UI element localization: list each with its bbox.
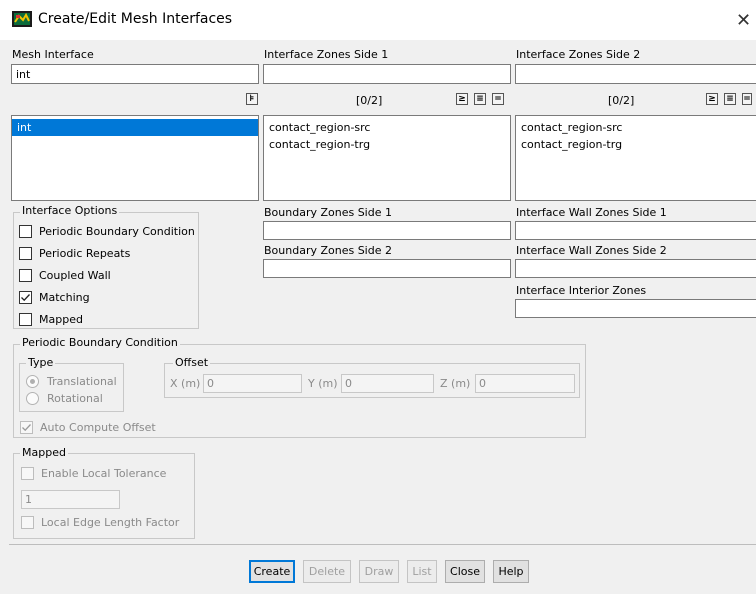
auto-compute-offset-label: Auto Compute Offset	[40, 421, 156, 434]
matching-checkbox[interactable]	[19, 291, 32, 304]
boundary-zones-side2-field[interactable]	[263, 259, 511, 278]
window-title: Create/Edit Mesh Interfaces	[38, 11, 233, 27]
help-button[interactable]: Help	[493, 560, 529, 583]
enable-local-tolerance-checkbox[interactable]	[21, 467, 34, 480]
filter-icon[interactable]: =	[492, 93, 504, 105]
coupled-wall-checkbox[interactable]	[19, 269, 32, 282]
rotational-radio[interactable]	[26, 392, 39, 405]
mapped-label: Mapped	[39, 313, 83, 326]
boundary-zones-side2-label: Boundary Zones Side 2	[264, 244, 392, 257]
offset-x-input[interactable]: 0	[203, 374, 302, 393]
interface-wall-side1-label: Interface Wall Zones Side 1	[516, 206, 667, 219]
auto-compute-offset-checkbox[interactable]	[20, 421, 33, 434]
delete-button[interactable]: Delete	[303, 560, 351, 583]
list-button[interactable]: List	[407, 560, 437, 583]
enable-local-tolerance-label: Enable Local Tolerance	[41, 467, 167, 480]
interface-interior-field[interactable]	[515, 299, 756, 318]
interface-wall-side1-field[interactable]	[515, 221, 756, 240]
fluent-app-icon	[12, 11, 32, 27]
zones-side1-list[interactable]: contact_region-src contact_region-trg	[263, 115, 511, 201]
local-edge-length-factor-checkbox[interactable]	[21, 516, 34, 529]
draw-button[interactable]: Draw	[359, 560, 399, 583]
checkmark-icon	[22, 424, 31, 432]
zones-side2-count: [0/2]	[608, 94, 635, 107]
matching-label: Matching	[39, 291, 90, 304]
interface-interior-label: Interface Interior Zones	[516, 284, 647, 297]
interface-wall-side2-field[interactable]	[515, 259, 756, 278]
offset-z-input[interactable]: 0	[475, 374, 575, 393]
mapped-title: Mapped	[20, 446, 68, 459]
filter-icon[interactable]: ⊧	[246, 93, 258, 105]
zones-side1-filter-input[interactable]	[263, 64, 511, 84]
zones-side1-count: [0/2]	[356, 94, 383, 107]
local-edge-length-factor-label: Local Edge Length Factor	[41, 516, 180, 529]
translational-radio[interactable]	[26, 375, 39, 388]
offset-z-label: Z (m)	[440, 377, 471, 390]
periodic-bc-label: Periodic Boundary Condition	[39, 225, 195, 238]
select-none-icon[interactable]: ≡	[724, 93, 736, 105]
offset-y-input[interactable]: 0	[341, 374, 434, 393]
interface-options-title: Interface Options	[20, 204, 120, 217]
zones-side2-filter-input[interactable]	[515, 64, 756, 84]
mesh-interface-input[interactable]: int	[11, 64, 259, 84]
zones-side2-list[interactable]: contact_region-src contact_region-trg	[515, 115, 756, 201]
button-bar-separator	[9, 544, 756, 545]
zones-side1-label: Interface Zones Side 1	[264, 48, 389, 61]
create-button[interactable]: Create	[249, 560, 295, 583]
mesh-interface-label: Mesh Interface	[12, 48, 94, 61]
offset-x-label: X (m)	[170, 377, 201, 390]
type-title: Type	[26, 356, 56, 369]
mesh-interface-list[interactable]: int	[11, 115, 259, 201]
close-icon[interactable]: ✕	[731, 7, 756, 35]
offset-title: Offset	[173, 356, 211, 369]
list-item[interactable]: int	[12, 119, 258, 136]
rotational-label: Rotational	[47, 392, 103, 405]
local-tolerance-input[interactable]: 1	[21, 490, 120, 509]
offset-y-label: Y (m)	[308, 377, 338, 390]
periodic-bc-checkbox[interactable]	[19, 225, 32, 238]
boundary-zones-side1-field[interactable]	[263, 221, 511, 240]
coupled-wall-label: Coupled Wall	[39, 269, 111, 282]
select-all-icon[interactable]: ≥	[706, 93, 718, 105]
select-none-icon[interactable]: ≡	[474, 93, 486, 105]
periodic-repeats-label: Periodic Repeats	[39, 247, 131, 260]
periodic-repeats-checkbox[interactable]	[19, 247, 32, 260]
zones-side2-label: Interface Zones Side 2	[516, 48, 641, 61]
list-item[interactable]: contact_region-src	[516, 119, 756, 136]
list-item[interactable]: contact_region-trg	[264, 136, 510, 153]
boundary-zones-side1-label: Boundary Zones Side 1	[264, 206, 392, 219]
checkmark-icon	[21, 294, 30, 302]
list-item[interactable]: contact_region-trg	[516, 136, 756, 153]
filter-icon[interactable]: =	[742, 93, 752, 105]
interface-wall-side2-label: Interface Wall Zones Side 2	[516, 244, 667, 257]
periodic-bc-title: Periodic Boundary Condition	[20, 336, 180, 349]
close-button[interactable]: Close	[445, 560, 485, 583]
mapped-checkbox[interactable]	[19, 313, 32, 326]
translational-label: Translational	[47, 375, 117, 388]
list-item[interactable]: contact_region-src	[264, 119, 510, 136]
select-all-icon[interactable]: ≥	[456, 93, 468, 105]
